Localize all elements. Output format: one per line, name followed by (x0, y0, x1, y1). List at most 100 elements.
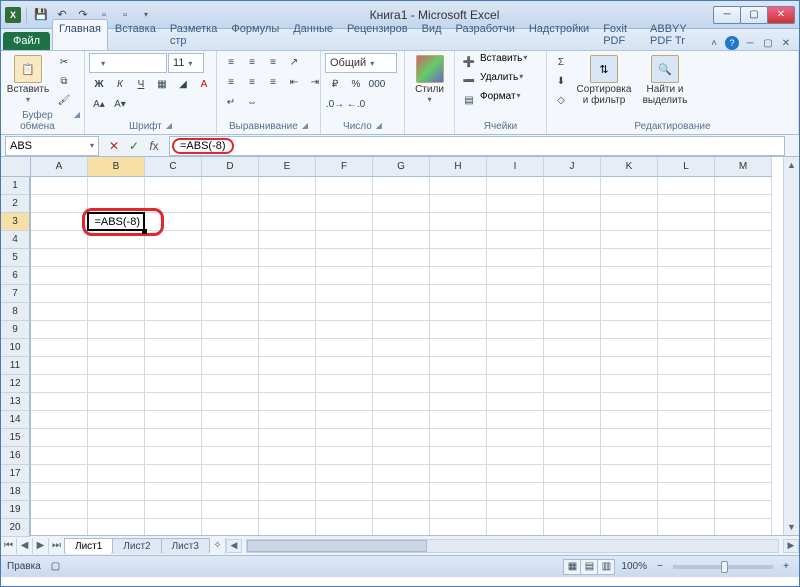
cell[interactable] (31, 213, 88, 231)
cell[interactable] (658, 177, 715, 195)
cell[interactable] (658, 195, 715, 213)
cell[interactable] (658, 483, 715, 501)
cell[interactable] (601, 465, 658, 483)
cell[interactable] (316, 249, 373, 267)
cell[interactable] (715, 465, 772, 483)
cell[interactable] (544, 339, 601, 357)
cell[interactable] (316, 429, 373, 447)
ribbon-tab-0[interactable]: Главная (52, 19, 108, 50)
cell[interactable] (259, 393, 316, 411)
cell[interactable] (316, 465, 373, 483)
sheet-nav-first-icon[interactable]: ⏮ (1, 538, 17, 554)
cell[interactable] (316, 285, 373, 303)
cell[interactable] (544, 447, 601, 465)
cell[interactable] (316, 483, 373, 501)
indent-dec-icon[interactable]: ⇤ (284, 73, 304, 91)
cell[interactable] (202, 249, 259, 267)
close-button[interactable]: ✕ (767, 6, 795, 24)
cell[interactable] (88, 195, 145, 213)
cell[interactable] (715, 177, 772, 195)
cell[interactable] (658, 393, 715, 411)
cell[interactable] (145, 375, 202, 393)
cell[interactable] (544, 411, 601, 429)
cell[interactable] (715, 411, 772, 429)
cell[interactable] (430, 447, 487, 465)
select-all-corner[interactable] (1, 157, 30, 177)
cell[interactable] (202, 339, 259, 357)
cell[interactable] (487, 195, 544, 213)
cell[interactable] (601, 213, 658, 231)
cell[interactable] (544, 177, 601, 195)
currency-icon[interactable]: ₽ (325, 75, 345, 93)
cell[interactable] (145, 429, 202, 447)
cell[interactable] (145, 267, 202, 285)
zoom-in-icon[interactable]: + (779, 560, 793, 574)
name-box[interactable]: ABS ▾ (5, 136, 99, 156)
cell[interactable] (430, 519, 487, 535)
cell[interactable] (430, 483, 487, 501)
scroll-down-icon[interactable]: ▼ (784, 519, 799, 535)
cell[interactable] (601, 411, 658, 429)
cell[interactable] (715, 519, 772, 535)
fill-handle[interactable] (142, 229, 147, 234)
cell[interactable] (316, 177, 373, 195)
column-header[interactable]: L (658, 157, 715, 177)
cell[interactable] (202, 303, 259, 321)
cell[interactable] (259, 231, 316, 249)
cell[interactable] (487, 177, 544, 195)
cell[interactable] (544, 519, 601, 535)
align-right-icon[interactable]: ≡ (263, 73, 283, 91)
row-header[interactable]: 3 (1, 213, 30, 231)
cell[interactable] (88, 339, 145, 357)
cell[interactable] (601, 375, 658, 393)
row-header[interactable]: 6 (1, 267, 30, 285)
align-center-icon[interactable]: ≡ (242, 73, 262, 91)
cell[interactable] (715, 195, 772, 213)
cell[interactable] (658, 231, 715, 249)
cell[interactable] (202, 321, 259, 339)
cut-icon[interactable]: ✂ (54, 53, 74, 71)
row-header[interactable]: 18 (1, 483, 30, 501)
cell[interactable] (544, 231, 601, 249)
cell[interactable] (715, 267, 772, 285)
new-sheet-icon[interactable]: ✧ (210, 538, 226, 554)
cell[interactable] (544, 249, 601, 267)
cell[interactable] (715, 393, 772, 411)
cell[interactable] (316, 357, 373, 375)
cell[interactable] (487, 303, 544, 321)
cell[interactable] (373, 249, 430, 267)
cell[interactable] (202, 483, 259, 501)
cell[interactable] (145, 285, 202, 303)
cell[interactable] (259, 483, 316, 501)
column-header[interactable]: H (430, 157, 487, 177)
font-name-combo[interactable]: ▾ (89, 53, 167, 73)
cell[interactable] (259, 501, 316, 519)
cell[interactable] (31, 303, 88, 321)
cell[interactable] (430, 195, 487, 213)
cell[interactable] (88, 429, 145, 447)
column-header[interactable]: K (601, 157, 658, 177)
ribbon-tab-7[interactable]: Разработчи (449, 19, 522, 50)
cell[interactable] (145, 519, 202, 535)
cell[interactable] (145, 249, 202, 267)
cell[interactable] (601, 303, 658, 321)
cell[interactable] (316, 519, 373, 535)
cell[interactable] (31, 231, 88, 249)
cell[interactable] (202, 177, 259, 195)
cell[interactable] (601, 519, 658, 535)
cell[interactable] (31, 393, 88, 411)
cell[interactable] (658, 249, 715, 267)
sheet-nav-prev-icon[interactable]: ◀ (17, 538, 33, 554)
cell[interactable] (715, 429, 772, 447)
sheet-tab[interactable]: Лист1 (64, 538, 113, 554)
cell[interactable] (259, 303, 316, 321)
cell[interactable] (544, 213, 601, 231)
cell[interactable] (487, 465, 544, 483)
cell[interactable] (373, 501, 430, 519)
cell[interactable] (31, 267, 88, 285)
cell[interactable] (658, 519, 715, 535)
cell[interactable] (316, 195, 373, 213)
cell[interactable] (259, 249, 316, 267)
shrink-font-icon[interactable]: A▾ (110, 95, 130, 113)
cell[interactable] (373, 447, 430, 465)
